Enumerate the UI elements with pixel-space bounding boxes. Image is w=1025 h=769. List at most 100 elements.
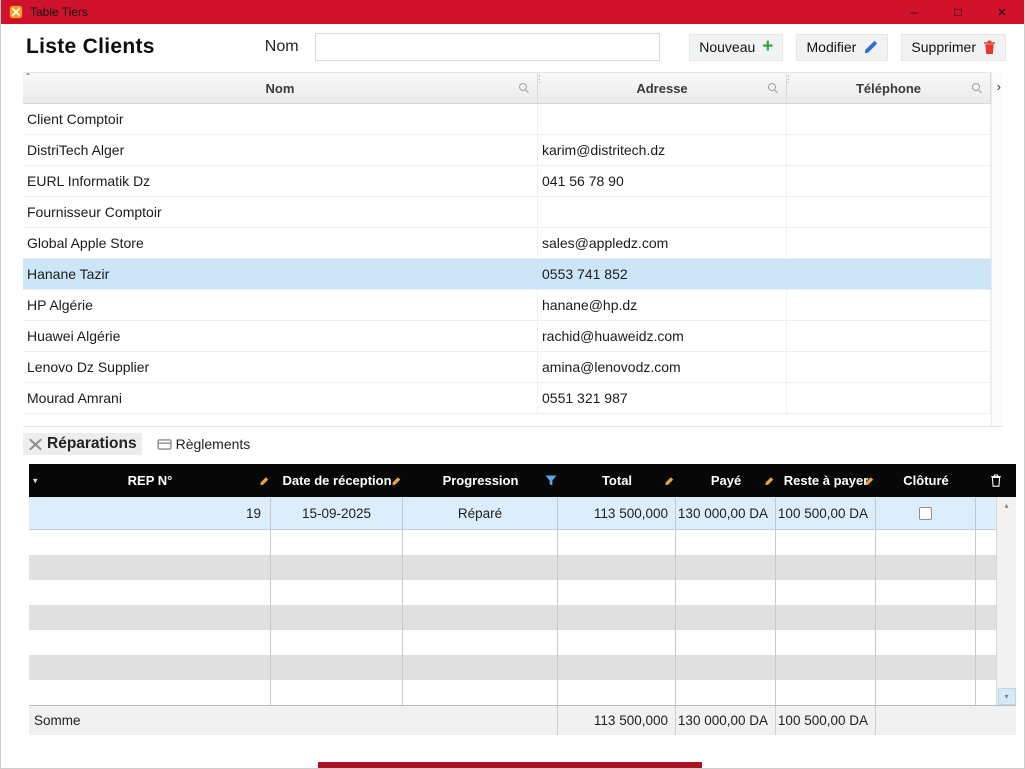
empty-cell xyxy=(29,580,271,605)
client-row[interactable]: Huawei Algérierachid@huaweidz.com xyxy=(23,321,991,352)
client-address-cell[interactable]: sales@appledz.com xyxy=(538,228,787,258)
column-header-telephone[interactable]: ⋮ Téléphone xyxy=(787,73,991,103)
client-phone-cell[interactable] xyxy=(787,197,991,227)
empty-cell xyxy=(403,680,558,705)
column-header-adresse[interactable]: ⋮ Adresse xyxy=(538,73,787,103)
empty-cell xyxy=(558,530,676,555)
progression-cell[interactable]: Réparé xyxy=(403,497,558,529)
repairs-table-scrollbar[interactable]: ▴ ▾ xyxy=(996,497,1016,705)
client-name-cell[interactable]: EURL Informatik Dz xyxy=(23,166,538,196)
repair-row[interactable]: 1915-09-2025Réparé113 500,000130 000,00 … xyxy=(29,497,1016,530)
new-button-label: Nouveau xyxy=(699,39,755,55)
client-address-cell[interactable]: 0553 741 852 xyxy=(538,259,787,289)
client-name-cell[interactable]: Mourad Amrani xyxy=(23,383,538,413)
maximize-button[interactable]: □ xyxy=(936,0,980,24)
empty-cell xyxy=(558,630,676,655)
empty-cell xyxy=(876,680,976,705)
client-phone-cell[interactable] xyxy=(787,259,991,289)
filter-magnifier-icon[interactable] xyxy=(519,83,529,93)
search-input[interactable] xyxy=(315,33,660,61)
delete-column-header[interactable] xyxy=(976,464,1016,497)
client-name-cell[interactable]: Lenovo Dz Supplier xyxy=(23,352,538,382)
client-phone-cell[interactable] xyxy=(787,228,991,258)
client-phone-cell[interactable] xyxy=(787,104,991,134)
grid-dropdown-icon[interactable]: ▾ xyxy=(33,475,38,486)
column-header-rep-no[interactable]: ▾ REP N° xyxy=(29,464,271,497)
filter-magnifier-icon[interactable] xyxy=(768,83,778,93)
scroll-down-icon[interactable]: ▾ xyxy=(998,688,1016,705)
client-row[interactable]: HP Algériehanane@hp.dz xyxy=(23,290,991,321)
client-row[interactable]: Lenovo Dz Supplieramina@lenovodz.com xyxy=(23,352,991,383)
column-header-nom[interactable]: ˆ Nom xyxy=(23,73,538,103)
client-row[interactable]: Global Apple Storesales@appledz.com xyxy=(23,228,991,259)
column-label: Date de réception xyxy=(282,473,391,488)
footer-paye: 130 000,00 DA xyxy=(676,706,776,735)
date-reception-cell[interactable]: 15-09-2025 xyxy=(271,497,403,529)
minimize-button[interactable]: – xyxy=(892,0,936,24)
clients-table-scrollbar[interactable]: › xyxy=(991,72,1003,426)
client-phone-cell[interactable] xyxy=(787,352,991,382)
empty-cell xyxy=(676,680,776,705)
client-address-cell[interactable]: rachid@huaweidz.com xyxy=(538,321,787,351)
reste-a-payer-cell[interactable]: 100 500,00 DA xyxy=(776,497,876,529)
client-address-cell[interactable]: 041 56 78 90 xyxy=(538,166,787,196)
client-phone-cell[interactable] xyxy=(787,135,991,165)
trash-icon xyxy=(983,40,996,55)
client-phone-cell[interactable] xyxy=(787,321,991,351)
client-name-cell[interactable]: Global Apple Store xyxy=(23,228,538,258)
column-header-cloture[interactable]: Clôturé xyxy=(876,464,976,497)
client-address-cell[interactable]: karim@distritech.dz xyxy=(538,135,787,165)
client-name-cell[interactable]: Client Comptoir xyxy=(23,104,538,134)
column-header-date-reception[interactable]: Date de réception xyxy=(271,464,403,497)
client-address-cell[interactable]: hanane@hp.dz xyxy=(538,290,787,320)
client-name-cell[interactable]: Hanane Tazir xyxy=(23,259,538,289)
client-row[interactable]: Hanane Tazir0553 741 852 xyxy=(23,259,991,290)
client-row[interactable]: Fournisseur Comptoir xyxy=(23,197,991,228)
client-address-cell[interactable]: amina@lenovodz.com xyxy=(538,352,787,382)
cloture-checkbox[interactable] xyxy=(919,507,932,520)
client-row[interactable]: DistriTech Algerkarim@distritech.dz xyxy=(23,135,991,166)
client-phone-cell[interactable] xyxy=(787,290,991,320)
empty-cell xyxy=(676,580,776,605)
empty-row xyxy=(29,680,1016,705)
scroll-up-icon[interactable]: ▴ xyxy=(998,497,1016,514)
column-label: Clôturé xyxy=(903,473,949,488)
total-cell[interactable]: 113 500,000 xyxy=(558,497,676,529)
app-window: Table Tiers – □ × Liste Clients Nom Nouv… xyxy=(0,0,1025,769)
plus-icon: + xyxy=(762,40,773,54)
client-address-cell[interactable] xyxy=(538,197,787,227)
client-name-cell[interactable]: Huawei Algérie xyxy=(23,321,538,351)
tab-reparations[interactable]: Réparations xyxy=(23,433,142,455)
paye-cell[interactable]: 130 000,00 DA xyxy=(676,497,776,529)
empty-cell xyxy=(558,680,676,705)
column-header-paye[interactable]: Payé xyxy=(676,464,776,497)
client-name-cell[interactable]: Fournisseur Comptoir xyxy=(23,197,538,227)
client-row[interactable]: Mourad Amrani0551 321 987 xyxy=(23,383,991,414)
client-phone-cell[interactable] xyxy=(787,383,991,413)
empty-cell xyxy=(776,580,876,605)
delete-button[interactable]: Supprimer xyxy=(901,34,1006,61)
empty-cell xyxy=(403,580,558,605)
new-button[interactable]: Nouveau + xyxy=(689,34,783,61)
client-address-cell[interactable]: 0551 321 987 xyxy=(538,383,787,413)
client-address-cell[interactable] xyxy=(538,104,787,134)
empty-row xyxy=(29,555,1016,580)
empty-cell xyxy=(29,680,271,705)
edit-button[interactable]: Modifier xyxy=(796,34,888,61)
tab-reglements[interactable]: Règlements xyxy=(152,434,256,454)
client-name-cell[interactable]: HP Algérie xyxy=(23,290,538,320)
column-header-reste-a-payer[interactable]: Reste à payer xyxy=(776,464,876,497)
filter-icon[interactable] xyxy=(545,475,557,486)
client-phone-cell[interactable] xyxy=(787,166,991,196)
window-controls: – □ × xyxy=(892,0,1024,24)
filter-magnifier-icon[interactable] xyxy=(972,83,982,93)
rep-no-cell[interactable]: 19 xyxy=(29,497,271,529)
client-row[interactable]: EURL Informatik Dz041 56 78 90 xyxy=(23,166,991,197)
close-button[interactable]: × xyxy=(980,0,1024,24)
column-header-progression[interactable]: Progression xyxy=(403,464,558,497)
column-header-total[interactable]: Total xyxy=(558,464,676,497)
chevron-right-icon[interactable]: › xyxy=(997,79,1001,94)
client-row[interactable]: Client Comptoir xyxy=(23,104,991,135)
clients-table-filler xyxy=(23,414,991,426)
client-name-cell[interactable]: DistriTech Alger xyxy=(23,135,538,165)
